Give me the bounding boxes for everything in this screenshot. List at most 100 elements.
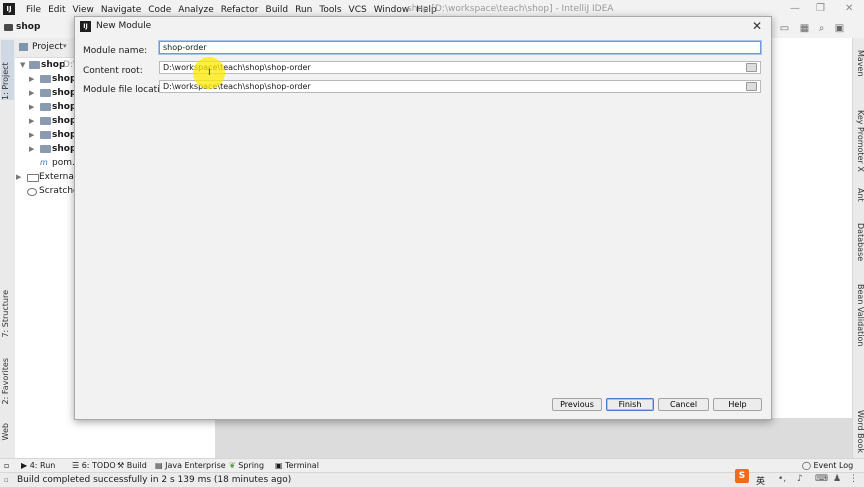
content-root-value: D:\workspace\teach\shop\shop-order	[163, 63, 311, 72]
spring-icon: ❦	[229, 461, 239, 470]
left-tool-stripe: 1: Project 7: Structure 2: Favorites Web	[0, 38, 16, 458]
tab-terminal-label: Terminal	[285, 461, 319, 470]
menu-analyze[interactable]: Analyze	[178, 5, 213, 15]
right-tool-stripe: Maven Key Promoter X Ant Database Bean V…	[852, 38, 864, 458]
tab-bean-validation[interactable]: Bean Validation	[853, 284, 864, 346]
keyboard-icon[interactable]: ⌨	[815, 474, 828, 484]
tab-key-promoter[interactable]: Key Promoter X	[853, 110, 864, 172]
tab-java-enterprise[interactable]: ▤ Java Enterprise	[155, 461, 226, 470]
folder-icon	[40, 89, 51, 97]
search-icon[interactable]: ⌕	[816, 23, 827, 34]
tab-ant[interactable]: Ant	[853, 188, 864, 202]
tree-label: shop	[41, 60, 66, 70]
window-title: shop [D:\workspace\teach\shop] - Intelli…	[407, 4, 614, 14]
tab-run[interactable]: ▶ 4: Run	[21, 461, 55, 470]
event-log[interactable]: ◯ Event Log	[802, 461, 853, 470]
menu-view[interactable]: View	[73, 5, 94, 15]
text-cursor-icon: I	[208, 68, 211, 78]
menu-edit[interactable]: Edit	[48, 5, 65, 15]
expand-arrow-icon[interactable]: ▶	[29, 86, 37, 100]
intellij-logo-icon: IJ	[3, 3, 15, 15]
close-icon[interactable]: ✕	[752, 19, 762, 33]
minimize-icon[interactable]: —	[790, 3, 800, 14]
folder-icon	[4, 24, 13, 31]
breadcrumb-project[interactable]: shop	[16, 22, 40, 32]
tab-build-label: Build	[126, 461, 147, 470]
help-button[interactable]: Help	[713, 398, 762, 411]
event-log-label: Event Log	[813, 461, 854, 470]
content-root-field[interactable]: D:\workspace\teach\shop\shop-order	[159, 61, 761, 74]
event-log-icon: ◯	[802, 461, 814, 470]
toggle-panels-icon[interactable]: ▫	[4, 461, 9, 470]
tab-terminal[interactable]: ▣ Terminal	[275, 461, 319, 470]
chevron-down-icon[interactable]: ▾	[63, 42, 67, 50]
tab-java-enterprise-label: Java Enterprise	[165, 461, 226, 470]
tab-run-label: 4: Run	[29, 461, 56, 470]
menu-window[interactable]: Window	[374, 5, 410, 15]
ime-punct-icon[interactable]: •,	[778, 474, 786, 484]
menu-build[interactable]: Build	[266, 5, 289, 15]
tab-project[interactable]: 1: Project	[1, 40, 14, 100]
expand-arrow-icon[interactable]: ▶	[29, 128, 37, 142]
ime-mode-label[interactable]: 英	[756, 474, 765, 487]
status-message[interactable]: Build completed successfully in 2 s 139 …	[17, 475, 291, 485]
close-window-icon[interactable]: ✕	[845, 3, 853, 14]
ime-menu-icon[interactable]: ⋮	[849, 474, 858, 484]
menu-navigate[interactable]: Navigate	[101, 5, 141, 15]
folder-icon	[40, 75, 51, 83]
folder-icon	[40, 117, 51, 125]
tab-web[interactable]: Web	[1, 423, 14, 440]
tab-structure[interactable]: 7: Structure	[1, 290, 14, 338]
menu-vcs[interactable]: VCS	[349, 5, 367, 15]
tab-build[interactable]: ⚒ Build	[117, 461, 147, 470]
new-module-dialog: IJ New Module ✕ Module name: Content roo…	[74, 16, 772, 420]
terminal-icon: ▣	[275, 461, 286, 470]
run-icon: ▶	[21, 461, 30, 470]
microphone-icon[interactable]: ♪	[797, 474, 803, 484]
folder-icon	[40, 131, 51, 139]
cancel-button[interactable]: Cancel	[658, 398, 709, 411]
ime-user-icon[interactable]: ♟	[833, 474, 841, 484]
tab-favorites[interactable]: 2: Favorites	[1, 358, 14, 404]
expand-arrow-icon[interactable]: ▼	[20, 58, 28, 72]
tab-todo[interactable]: ☰ 6: TODO	[72, 461, 116, 470]
todo-icon: ☰	[72, 461, 82, 470]
status-icon: ▫	[4, 476, 9, 484]
expand-arrow-icon[interactable]: ▶	[29, 114, 37, 128]
project-view-selector[interactable]: Project	[32, 42, 63, 52]
tab-todo-label: 6: TODO	[81, 461, 116, 470]
sogou-ime-icon[interactable]: S	[735, 469, 749, 483]
settings-icon[interactable]: ▣	[834, 23, 845, 34]
module-name-label: Module name:	[83, 46, 148, 56]
java-enterprise-icon: ▤	[155, 461, 166, 470]
module-file-location-field[interactable]: D:\workspace\teach\shop\shop-order	[159, 80, 761, 93]
menu-refactor[interactable]: Refactor	[221, 5, 259, 15]
editor-empty-area	[215, 418, 852, 458]
tab-maven[interactable]: Maven	[853, 50, 864, 77]
menu-run[interactable]: Run	[295, 5, 312, 15]
expand-arrow-icon[interactable]: ▶	[29, 100, 37, 114]
menu-file[interactable]: File	[26, 5, 41, 15]
toolbar-icon[interactable]: ▭	[779, 23, 790, 34]
build-icon: ⚒	[117, 461, 127, 470]
project-structure-icon[interactable]: ▦	[799, 23, 810, 34]
tab-spring[interactable]: ❦ Spring	[229, 461, 264, 470]
folder-icon	[29, 61, 40, 69]
previous-button[interactable]: Previous	[552, 398, 602, 411]
menu-code[interactable]: Code	[148, 5, 171, 15]
content-root-label: Content root:	[83, 66, 143, 76]
finish-button[interactable]: Finish	[606, 398, 654, 411]
expand-arrow-icon[interactable]: ▶	[29, 142, 37, 156]
tab-word-book[interactable]: Word Book	[853, 410, 864, 453]
expand-arrow-icon[interactable]: ▶	[29, 72, 37, 86]
scratches-icon	[27, 188, 37, 196]
module-name-input[interactable]	[159, 41, 761, 54]
module-file-location-value: D:\workspace\teach\shop\shop-order	[163, 82, 311, 91]
restore-icon[interactable]: ❐	[816, 3, 825, 14]
browse-folder-icon[interactable]	[746, 82, 757, 91]
expand-arrow-icon[interactable]: ▶	[16, 170, 24, 184]
browse-folder-icon[interactable]	[746, 63, 757, 72]
folder-icon	[40, 145, 51, 153]
menu-tools[interactable]: Tools	[319, 5, 341, 15]
tab-database[interactable]: Database	[853, 223, 864, 261]
